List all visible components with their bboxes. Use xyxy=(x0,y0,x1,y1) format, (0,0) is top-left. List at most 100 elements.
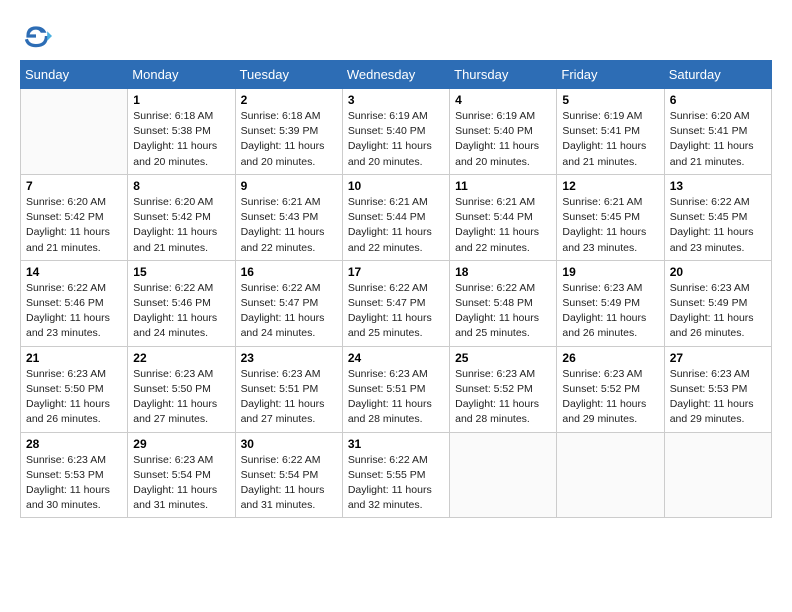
day-number: 1 xyxy=(133,93,229,107)
weekday-header-monday: Monday xyxy=(128,61,235,89)
day-number: 17 xyxy=(348,265,444,279)
day-info: Sunrise: 6:22 AMSunset: 5:45 PMDaylight:… xyxy=(670,195,766,256)
day-cell: 30Sunrise: 6:22 AMSunset: 5:54 PMDayligh… xyxy=(235,432,342,518)
day-cell: 14 Sunrise: 6:22 AMSunset: 5:46 PMDayligh… xyxy=(21,260,128,346)
day-number: 2 xyxy=(241,93,337,107)
weekday-header-wednesday: Wednesday xyxy=(342,61,449,89)
day-info: Sunrise: 6:22 AMSunset: 5:48 PMDaylight:… xyxy=(455,281,551,342)
day-cell: 15 Sunrise: 6:22 AMSunset: 5:46 PMDayligh… xyxy=(128,260,235,346)
day-cell xyxy=(450,432,557,518)
day-info: Sunrise: 6:23 AMSunset: 5:52 PMDaylight:… xyxy=(455,367,551,428)
day-cell: 4 Sunrise: 6:19 AMSunset: 5:40 PMDaylight… xyxy=(450,89,557,175)
day-info: Sunrise: 6:23 AMSunset: 5:49 PMDaylight:… xyxy=(562,281,658,342)
day-info: Sunrise: 6:22 AMSunset: 5:55 PMDaylight:… xyxy=(348,453,444,514)
day-cell: 29Sunrise: 6:23 AMSunset: 5:54 PMDayligh… xyxy=(128,432,235,518)
day-number: 21 xyxy=(26,351,122,365)
day-cell: 6 Sunrise: 6:20 AMSunset: 5:41 PMDaylight… xyxy=(664,89,771,175)
day-number: 30 xyxy=(241,437,337,451)
day-number: 18 xyxy=(455,265,551,279)
week-row-2: 14 Sunrise: 6:22 AMSunset: 5:46 PMDayligh… xyxy=(21,260,772,346)
day-number: 9 xyxy=(241,179,337,193)
day-cell: 26 Sunrise: 6:23 AMSunset: 5:52 PMDayligh… xyxy=(557,346,664,432)
day-info: Sunrise: 6:23 AMSunset: 5:53 PMDaylight:… xyxy=(670,367,766,428)
weekday-header-tuesday: Tuesday xyxy=(235,61,342,89)
page-header xyxy=(20,20,772,52)
day-info: Sunrise: 6:23 AMSunset: 5:53 PMDaylight:… xyxy=(26,453,122,514)
day-cell: 23 Sunrise: 6:23 AMSunset: 5:51 PMDayligh… xyxy=(235,346,342,432)
day-cell: 25Sunrise: 6:23 AMSunset: 5:52 PMDayligh… xyxy=(450,346,557,432)
week-row-0: 1 Sunrise: 6:18 AMSunset: 5:38 PMDaylight… xyxy=(21,89,772,175)
day-info: Sunrise: 6:22 AMSunset: 5:46 PMDaylight:… xyxy=(133,281,229,342)
day-info: Sunrise: 6:23 AMSunset: 5:50 PMDaylight:… xyxy=(133,367,229,428)
week-row-1: 7Sunrise: 6:20 AMSunset: 5:42 PMDaylight… xyxy=(21,174,772,260)
logo xyxy=(20,20,56,52)
day-info: Sunrise: 6:22 AMSunset: 5:47 PMDaylight:… xyxy=(348,281,444,342)
day-info: Sunrise: 6:23 AMSunset: 5:50 PMDaylight:… xyxy=(26,367,122,428)
day-cell: 22 Sunrise: 6:23 AMSunset: 5:50 PMDayligh… xyxy=(128,346,235,432)
day-cell: 2 Sunrise: 6:18 AMSunset: 5:39 PMDaylight… xyxy=(235,89,342,175)
day-info: Sunrise: 6:20 AMSunset: 5:42 PMDaylight:… xyxy=(133,195,229,256)
day-number: 29 xyxy=(133,437,229,451)
day-info: Sunrise: 6:22 AMSunset: 5:46 PMDaylight:… xyxy=(26,281,122,342)
day-info: Sunrise: 6:22 AMSunset: 5:47 PMDaylight:… xyxy=(241,281,337,342)
day-number: 24 xyxy=(348,351,444,365)
day-number: 23 xyxy=(241,351,337,365)
day-number: 4 xyxy=(455,93,551,107)
weekday-header-friday: Friday xyxy=(557,61,664,89)
day-info: Sunrise: 6:21 AMSunset: 5:43 PMDaylight:… xyxy=(241,195,337,256)
day-cell: 5 Sunrise: 6:19 AMSunset: 5:41 PMDaylight… xyxy=(557,89,664,175)
day-number: 14 xyxy=(26,265,122,279)
weekday-header-saturday: Saturday xyxy=(664,61,771,89)
day-cell: 24 Sunrise: 6:23 AMSunset: 5:51 PMDayligh… xyxy=(342,346,449,432)
day-cell xyxy=(664,432,771,518)
day-info: Sunrise: 6:18 AMSunset: 5:39 PMDaylight:… xyxy=(241,109,337,170)
day-number: 16 xyxy=(241,265,337,279)
day-cell: 18 Sunrise: 6:22 AMSunset: 5:48 PMDayligh… xyxy=(450,260,557,346)
day-number: 12 xyxy=(562,179,658,193)
day-number: 31 xyxy=(348,437,444,451)
day-info: Sunrise: 6:23 AMSunset: 5:51 PMDaylight:… xyxy=(348,367,444,428)
day-cell: 17 Sunrise: 6:22 AMSunset: 5:47 PMDayligh… xyxy=(342,260,449,346)
day-info: Sunrise: 6:19 AMSunset: 5:41 PMDaylight:… xyxy=(562,109,658,170)
weekday-header-sunday: Sunday xyxy=(21,61,128,89)
day-info: Sunrise: 6:20 AMSunset: 5:42 PMDaylight:… xyxy=(26,195,122,256)
day-info: Sunrise: 6:23 AMSunset: 5:51 PMDaylight:… xyxy=(241,367,337,428)
day-number: 5 xyxy=(562,93,658,107)
week-row-3: 21 Sunrise: 6:23 AMSunset: 5:50 PMDayligh… xyxy=(21,346,772,432)
day-number: 3 xyxy=(348,93,444,107)
day-number: 6 xyxy=(670,93,766,107)
day-cell xyxy=(21,89,128,175)
day-number: 26 xyxy=(562,351,658,365)
logo-icon xyxy=(20,20,52,52)
day-info: Sunrise: 6:23 AMSunset: 5:49 PMDaylight:… xyxy=(670,281,766,342)
day-info: Sunrise: 6:21 AMSunset: 5:45 PMDaylight:… xyxy=(562,195,658,256)
day-number: 15 xyxy=(133,265,229,279)
day-cell: 21 Sunrise: 6:23 AMSunset: 5:50 PMDayligh… xyxy=(21,346,128,432)
day-cell: 13 Sunrise: 6:22 AMSunset: 5:45 PMDayligh… xyxy=(664,174,771,260)
day-number: 13 xyxy=(670,179,766,193)
day-cell: 10Sunrise: 6:21 AMSunset: 5:44 PMDayligh… xyxy=(342,174,449,260)
day-number: 8 xyxy=(133,179,229,193)
day-cell: 16 Sunrise: 6:22 AMSunset: 5:47 PMDayligh… xyxy=(235,260,342,346)
day-number: 19 xyxy=(562,265,658,279)
day-cell: 7Sunrise: 6:20 AMSunset: 5:42 PMDaylight… xyxy=(21,174,128,260)
day-cell: 19 Sunrise: 6:23 AMSunset: 5:49 PMDayligh… xyxy=(557,260,664,346)
day-cell: 31 Sunrise: 6:22 AMSunset: 5:55 PMDayligh… xyxy=(342,432,449,518)
day-info: Sunrise: 6:23 AMSunset: 5:52 PMDaylight:… xyxy=(562,367,658,428)
week-row-4: 28 Sunrise: 6:23 AMSunset: 5:53 PMDayligh… xyxy=(21,432,772,518)
day-number: 22 xyxy=(133,351,229,365)
day-cell xyxy=(557,432,664,518)
day-info: Sunrise: 6:20 AMSunset: 5:41 PMDaylight:… xyxy=(670,109,766,170)
day-number: 27 xyxy=(670,351,766,365)
day-cell: 20Sunrise: 6:23 AMSunset: 5:49 PMDayligh… xyxy=(664,260,771,346)
day-info: Sunrise: 6:18 AMSunset: 5:38 PMDaylight:… xyxy=(133,109,229,170)
weekday-header-row: SundayMondayTuesdayWednesdayThursdayFrid… xyxy=(21,61,772,89)
day-number: 28 xyxy=(26,437,122,451)
day-info: Sunrise: 6:19 AMSunset: 5:40 PMDaylight:… xyxy=(348,109,444,170)
day-cell: 1 Sunrise: 6:18 AMSunset: 5:38 PMDaylight… xyxy=(128,89,235,175)
day-info: Sunrise: 6:19 AMSunset: 5:40 PMDaylight:… xyxy=(455,109,551,170)
day-info: Sunrise: 6:21 AMSunset: 5:44 PMDaylight:… xyxy=(348,195,444,256)
day-number: 11 xyxy=(455,179,551,193)
day-cell: 11Sunrise: 6:21 AMSunset: 5:44 PMDayligh… xyxy=(450,174,557,260)
day-cell: 28 Sunrise: 6:23 AMSunset: 5:53 PMDayligh… xyxy=(21,432,128,518)
